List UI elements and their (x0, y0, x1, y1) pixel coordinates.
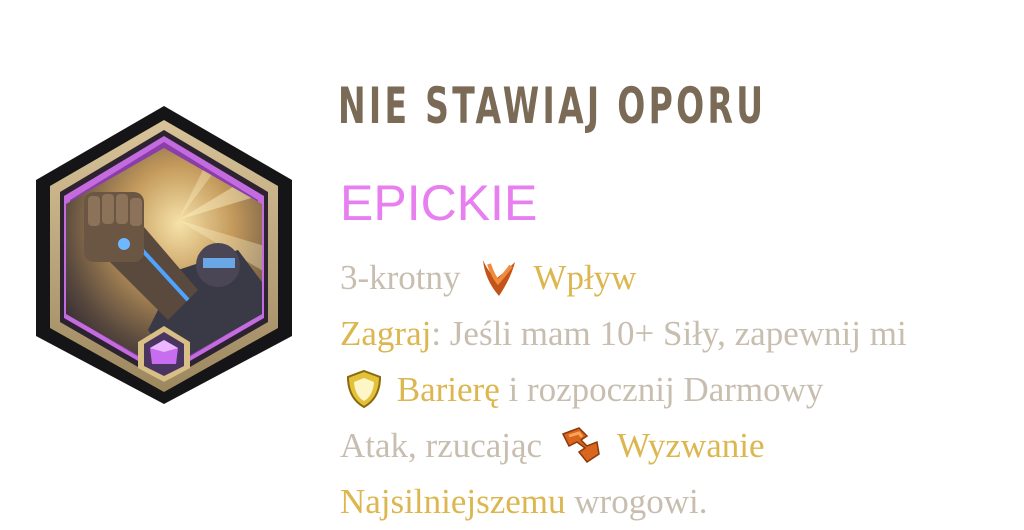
description-line-3: Barierę i rozpocznij Darmowy (340, 362, 1020, 418)
enemy-text: wrogowi. (565, 482, 708, 521)
count-text: 3-krotny (340, 258, 461, 297)
keyword-play: Zagraj (340, 314, 432, 353)
barrier-rest-text: i rozpocznij Darmowy (499, 370, 824, 409)
hexagon-frame (36, 106, 292, 404)
keyword-challenger: Wyzwanie (616, 426, 765, 465)
challenger-icon (561, 427, 600, 463)
rarity-label: EPICKIE (340, 175, 538, 231)
description-line-4: Atak, rzucając Wyzwanie (340, 418, 1020, 474)
card-art-badge (28, 100, 300, 410)
attack-text: Atak, rzucając (340, 426, 543, 465)
description-line-2: Zagraj: Jeśli mam 10+ Siły, zapewnij mi (340, 306, 1020, 362)
play-effect-text: : Jeśli mam 10+ Siły, zapewnij mi (431, 314, 907, 353)
keyword-strongest: Najsilniejszemu (340, 482, 566, 521)
description-line-5: Najsilniejszemu wrogowi. (340, 474, 1020, 530)
keyword-barrier: Barierę (396, 370, 500, 409)
barrier-shield-icon (346, 369, 382, 409)
description-line-1: 3-krotny Wpływ (340, 250, 1020, 306)
impact-icon (483, 259, 516, 296)
card-title: NIE STAWIAJ OPORU (338, 77, 767, 135)
card-description: 3-krotny Wpływ Zagraj: Jeśli mam 10+ Sił… (340, 250, 1020, 530)
keyword-impact: Wpływ (533, 258, 637, 297)
